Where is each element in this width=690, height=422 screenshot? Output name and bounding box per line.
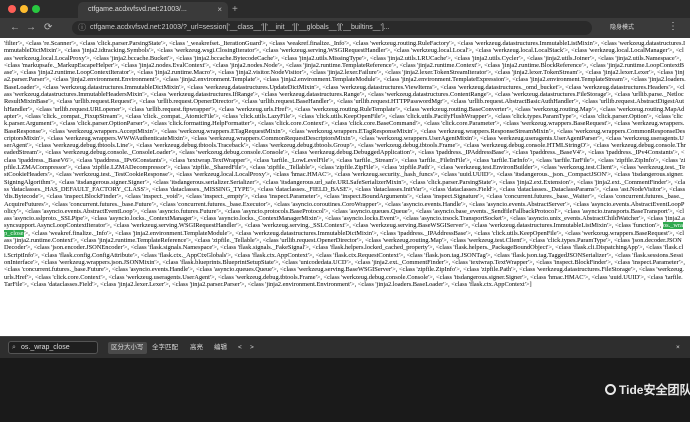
minimize-window-button[interactable]	[20, 5, 28, 13]
find-query: os._wrap_close	[21, 344, 70, 351]
back-icon[interactable]: ←	[10, 22, 20, 34]
class-list-output: 'filter'>, <class 're.Scanner'>, <class …	[0, 38, 690, 290]
match-case-button[interactable]: 区分大小写	[108, 342, 147, 354]
find-input[interactable]: ⌕ os._wrap_close	[8, 341, 98, 354]
tab-close-icon[interactable]: ×	[217, 2, 222, 18]
address-bar[interactable]: ⓘ ctfgame.acdxvfsvd.net:21003/?_url=sess…	[72, 21, 592, 35]
browser-toolbar: ← → ⟳ ⓘ ctfgame.acdxvfsvd.net:21003/?_ur…	[0, 18, 690, 38]
watermark-logo-icon	[605, 384, 616, 395]
close-window-button[interactable]	[8, 5, 16, 13]
output-text-after: '>, <class 'weakref.finalize._Info'>, <c…	[4, 229, 685, 288]
search-icon: ⌕	[12, 344, 16, 351]
incognito-indicator[interactable]: 隐身模式	[610, 23, 634, 33]
find-next-button[interactable]: >	[250, 342, 254, 354]
new-tab-button[interactable]: +	[232, 3, 238, 17]
find-bar: ⌕ os._wrap_close 区分大小写 全字匹配 高亮 编辑 < > ×	[0, 336, 690, 358]
browser-tab[interactable]: ctfgame.acdxvfsvd.net:21003/... ×	[78, 2, 228, 18]
output-text-before: 'filter'>, <class 're.Scanner'>, <class …	[4, 40, 686, 230]
forward-icon[interactable]: →	[26, 22, 36, 34]
find-previous-button[interactable]: <	[238, 342, 242, 354]
site-info-icon[interactable]: ⓘ	[78, 21, 86, 35]
highlight-button[interactable]: 高亮	[190, 342, 203, 354]
page-content: 'filter'>, <class 're.Scanner'>, <class …	[0, 38, 690, 336]
edit-button[interactable]: 编辑	[214, 342, 227, 354]
window-controls	[8, 5, 40, 13]
url-text: ctfgame.acdxvfsvd.net:21003/?_url=sessio…	[90, 24, 390, 31]
title-bar: ctfgame.acdxvfsvd.net:21003/... × +	[0, 0, 690, 18]
watermark-text: Tide安全团队	[619, 383, 690, 397]
reload-icon[interactable]: ⟳	[44, 22, 52, 34]
tab-title: ctfgame.acdxvfsvd.net:21003/...	[88, 6, 187, 13]
whole-word-button[interactable]: 全字匹配	[152, 342, 178, 354]
close-find-bar-button[interactable]: ×	[676, 342, 680, 354]
zoom-window-button[interactable]	[32, 5, 40, 13]
browser-menu-icon[interactable]: ⋮	[668, 21, 678, 32]
desktop-background	[0, 358, 690, 422]
watermark: Tide安全团队	[605, 381, 690, 398]
